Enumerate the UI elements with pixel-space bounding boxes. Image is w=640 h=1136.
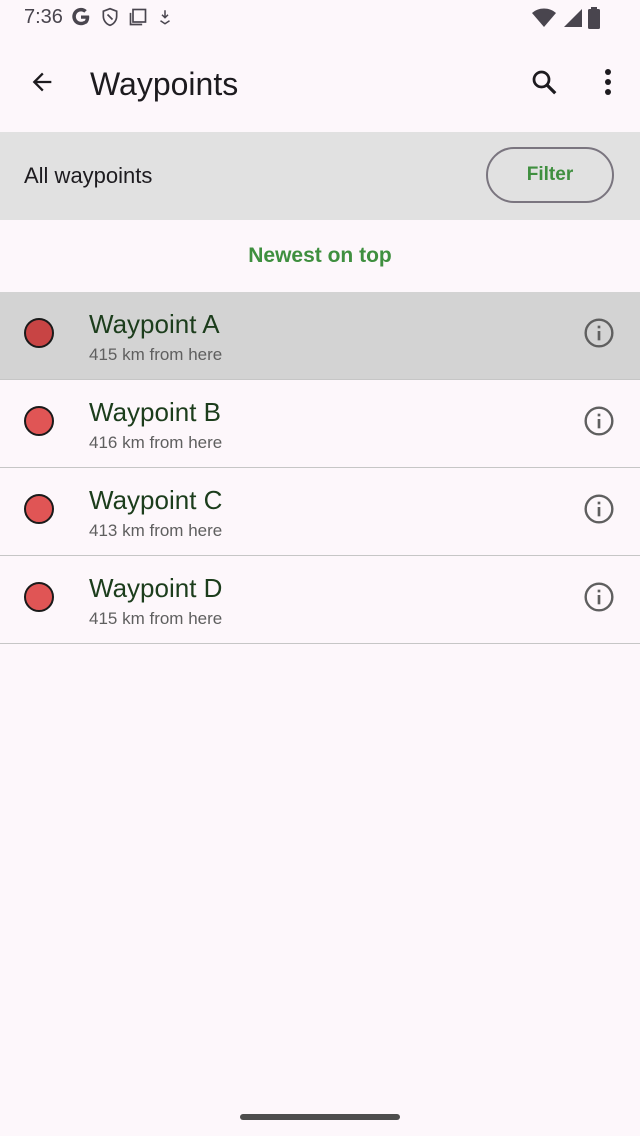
waypoint-marker-icon	[24, 406, 54, 436]
wifi-icon	[532, 7, 556, 34]
waypoint-name: Waypoint C	[89, 485, 223, 515]
filter-bar: All waypoints Filter	[0, 132, 640, 220]
home-indicator[interactable]	[240, 1114, 400, 1120]
info-button[interactable]	[575, 575, 623, 623]
screen-icon	[128, 7, 148, 32]
sort-order-button[interactable]: Newest on top	[0, 220, 640, 292]
app-bar: Waypoints	[0, 36, 640, 132]
info-icon	[583, 317, 615, 354]
waypoint-list: Waypoint A 415 km from here Waypoint B 4…	[0, 292, 640, 644]
list-item[interactable]: Waypoint D 415 km from here	[0, 556, 640, 644]
info-button[interactable]	[575, 311, 623, 359]
waypoint-name: Waypoint B	[89, 397, 221, 427]
waypoint-distance: 415 km from here	[89, 609, 223, 628]
page-title: Waypoints	[90, 66, 239, 102]
google-icon	[70, 6, 92, 33]
waypoint-distance: 413 km from here	[89, 521, 223, 540]
waypoint-marker-icon	[24, 494, 54, 524]
waypoint-distance: 415 km from here	[89, 345, 223, 364]
arrow-back-icon	[28, 68, 56, 101]
waypoint-name: Waypoint A	[89, 309, 220, 339]
filter-label: All waypoints	[24, 163, 153, 188]
filter-button[interactable]: Filter	[486, 147, 614, 203]
search-button[interactable]	[520, 60, 568, 108]
list-item[interactable]: Waypoint B 416 km from here	[0, 380, 640, 468]
status-time: 7:36	[24, 6, 63, 28]
list-item[interactable]: Waypoint C 413 km from here	[0, 468, 640, 556]
waypoint-marker-icon	[24, 318, 54, 348]
back-button[interactable]	[18, 60, 66, 108]
waypoint-marker-icon	[24, 582, 54, 612]
status-icons-right	[532, 7, 600, 34]
list-item[interactable]: Waypoint A 415 km from here	[0, 292, 640, 380]
waypoint-distance: 416 km from here	[89, 433, 223, 452]
download-icon	[156, 7, 174, 32]
info-button[interactable]	[575, 487, 623, 535]
info-icon	[583, 493, 615, 530]
status-bar: 7:36	[0, 0, 640, 36]
status-icons-left	[70, 6, 174, 33]
shield-icon	[100, 7, 120, 32]
info-button[interactable]	[575, 399, 623, 447]
battery-icon	[588, 7, 600, 34]
waypoint-name: Waypoint D	[89, 573, 223, 603]
search-icon	[529, 67, 559, 102]
info-icon	[583, 405, 615, 442]
more-options-button[interactable]	[584, 60, 632, 108]
info-icon	[583, 581, 615, 618]
signal-icon	[562, 7, 582, 34]
more-vert-icon	[604, 68, 612, 101]
